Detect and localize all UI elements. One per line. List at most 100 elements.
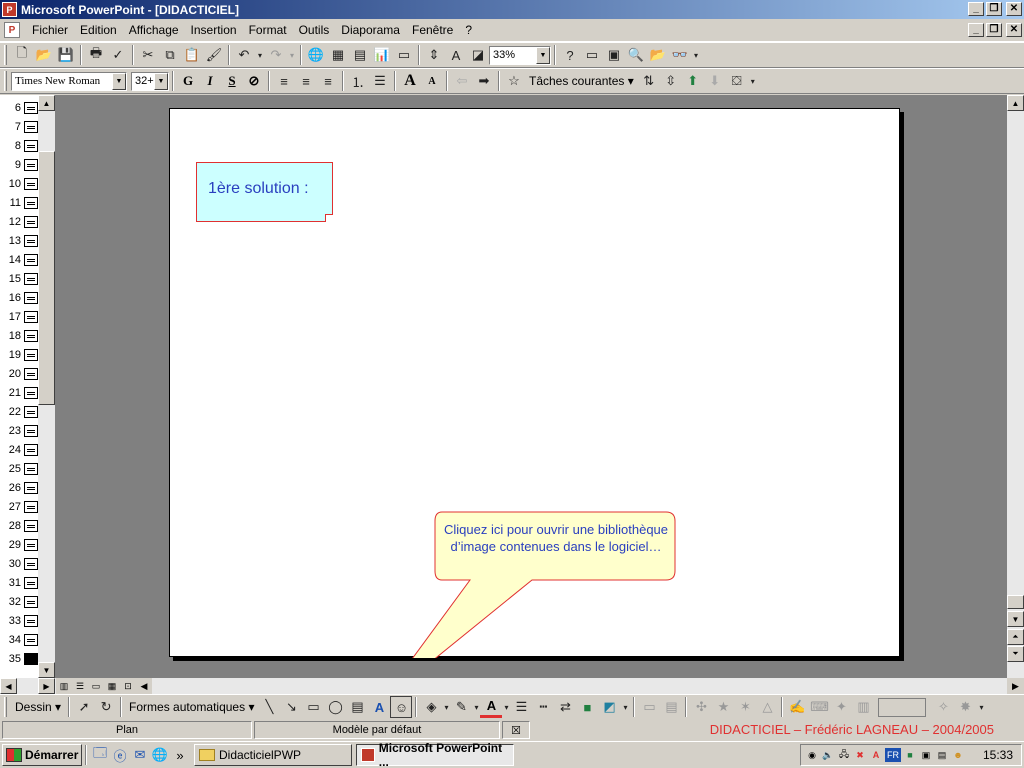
- line-spacing-decrease-icon[interactable]: ⇳: [660, 70, 682, 92]
- tray-app-icon[interactable]: ■: [903, 748, 917, 762]
- ellipse-icon[interactable]: ◯: [324, 696, 346, 718]
- new-slide-icon[interactable]: ▭: [393, 44, 415, 66]
- scroll-left-icon[interactable]: ◀: [0, 678, 17, 694]
- rotate-icon[interactable]: ↻: [95, 696, 117, 718]
- slide-view-icon[interactable]: ▭: [88, 679, 104, 693]
- internet-explorer-icon[interactable]: ⓔ: [110, 745, 130, 765]
- print-icon[interactable]: 🖶: [85, 44, 107, 66]
- expand-all-icon[interactable]: ⇕: [423, 44, 445, 66]
- find-icon[interactable]: 👓: [669, 44, 691, 66]
- minimize-button[interactable]: _: [968, 2, 984, 16]
- font-color-dropdown-icon[interactable]: ▾: [502, 696, 510, 718]
- slide-list-item[interactable]: 16: [0, 288, 38, 307]
- slide-icon[interactable]: [24, 367, 38, 380]
- menu-help[interactable]: ?: [459, 23, 478, 37]
- insert-table-icon[interactable]: ▤: [349, 44, 371, 66]
- slide-icon[interactable]: [24, 272, 38, 285]
- toolbar-grip[interactable]: [4, 697, 7, 717]
- slide-list-item[interactable]: 22: [0, 402, 38, 421]
- slide-list-item[interactable]: 35: [0, 649, 38, 668]
- slide-icon[interactable]: [24, 633, 38, 646]
- slide-list-item[interactable]: 18: [0, 326, 38, 345]
- bullet-list-icon[interactable]: ☰: [369, 70, 391, 92]
- slide-list-item[interactable]: 11: [0, 193, 38, 212]
- menu-insertion[interactable]: Insertion: [185, 23, 243, 37]
- slide-list-item[interactable]: 23: [0, 421, 38, 440]
- slide-list-item[interactable]: 30: [0, 554, 38, 573]
- shadow-button[interactable]: S: [221, 70, 243, 92]
- slide-icon[interactable]: [24, 101, 38, 114]
- slide-list-item[interactable]: 26: [0, 478, 38, 497]
- fill-color-dropdown-icon[interactable]: ▾: [442, 696, 450, 718]
- chevron-down-icon[interactable]: ▼: [154, 72, 168, 90]
- decrease-font-icon[interactable]: A: [421, 70, 443, 92]
- slideshow-view-icon[interactable]: ⊡: [120, 679, 136, 693]
- fill-effects-icon[interactable]: ⛋: [726, 70, 748, 92]
- close-button[interactable]: ✕: [1006, 2, 1022, 16]
- toolbar-options-icon[interactable]: ▾: [748, 70, 758, 92]
- normal-view-icon[interactable]: ▥: [56, 679, 72, 693]
- cut-icon[interactable]: ✂: [137, 44, 159, 66]
- comment-icon[interactable]: ▭: [581, 44, 603, 66]
- arrow-icon[interactable]: ↘: [280, 696, 302, 718]
- show-desktop-icon[interactable]: 🗔: [90, 745, 110, 765]
- animation-effects-icon[interactable]: ☆: [503, 70, 525, 92]
- connection-error-icon[interactable]: ✖: [853, 748, 867, 762]
- slide-list-item[interactable]: 10: [0, 174, 38, 193]
- promote-icon[interactable]: ⇦: [451, 70, 473, 92]
- align-right-icon[interactable]: ≡: [317, 70, 339, 92]
- slide-icon[interactable]: [24, 253, 38, 266]
- line-color-dropdown-icon[interactable]: ▾: [472, 696, 480, 718]
- slide-list-item[interactable]: 7: [0, 117, 38, 136]
- restore-button[interactable]: ❐: [986, 2, 1002, 16]
- bold-button[interactable]: G: [177, 70, 199, 92]
- move-up-icon[interactable]: ⬆: [682, 70, 704, 92]
- slide-list-item[interactable]: 31: [0, 573, 38, 592]
- arrow-style-icon[interactable]: ⇄: [554, 696, 576, 718]
- tables-borders-icon[interactable]: ▦: [327, 44, 349, 66]
- scroll-thumb[interactable]: [38, 151, 55, 405]
- show-formatting-icon[interactable]: A: [445, 44, 467, 66]
- slide-list-item[interactable]: 34: [0, 630, 38, 649]
- slide-canvas[interactable]: 1ère solution : Cliquez ici pour ouvrir …: [169, 108, 900, 658]
- slide-icon[interactable]: [24, 386, 38, 399]
- preview-icon[interactable]: 🔍: [625, 44, 647, 66]
- new-document-icon[interactable]: 🗋: [11, 44, 33, 66]
- tasks-dropdown[interactable]: Tâches courantes ▾: [525, 74, 638, 88]
- scroll-left-icon[interactable]: ◀: [136, 679, 152, 693]
- previous-slide-icon[interactable]: ⏶: [1007, 629, 1024, 645]
- font-select[interactable]: Times New Roman ▼: [11, 71, 127, 91]
- slide-list-item[interactable]: 6: [0, 98, 38, 117]
- slide-icon[interactable]: [24, 595, 38, 608]
- slide-list-item[interactable]: 15: [0, 269, 38, 288]
- save-icon[interactable]: 💾: [55, 44, 77, 66]
- slide-icon[interactable]: [24, 443, 38, 456]
- outline-view-icon[interactable]: ☰: [72, 679, 88, 693]
- antivirus-icon[interactable]: ◉: [805, 748, 819, 762]
- slide-icon[interactable]: [24, 614, 38, 627]
- paste-icon[interactable]: 📋: [181, 44, 203, 66]
- menu-diaporama[interactable]: Diaporama: [335, 23, 406, 37]
- menu-format[interactable]: Format: [243, 23, 293, 37]
- task-didacticiel[interactable]: DidacticielPWP: [194, 744, 352, 766]
- scroll-down-icon[interactable]: ▼: [38, 662, 55, 678]
- autoshapes-menu[interactable]: Formes automatiques ▾: [125, 700, 258, 714]
- 3d-icon[interactable]: ◩: [598, 696, 620, 718]
- toolbar-grip[interactable]: [4, 71, 7, 91]
- menu-fichier[interactable]: Fichier: [26, 23, 74, 37]
- fill-color-icon[interactable]: ◈: [420, 696, 442, 718]
- dessin-menu[interactable]: Dessin ▾: [11, 700, 65, 714]
- next-slide-icon[interactable]: ⏷: [1007, 646, 1024, 662]
- toolbar-options-icon[interactable]: ▾: [620, 696, 630, 718]
- powerpoint-app-icon[interactable]: P: [2, 2, 17, 17]
- slide-list-item[interactable]: 24: [0, 440, 38, 459]
- slide-list-item[interactable]: 33: [0, 611, 38, 630]
- scroll-thumb[interactable]: [1007, 595, 1024, 609]
- insert-chart-icon[interactable]: 📊: [371, 44, 393, 66]
- align-center-icon[interactable]: ≡: [295, 70, 317, 92]
- slide-list-item[interactable]: 14: [0, 250, 38, 269]
- wordart-icon[interactable]: A: [368, 696, 390, 718]
- doc-restore-button[interactable]: ❐: [986, 23, 1002, 37]
- slide-icon[interactable]: [24, 310, 38, 323]
- network-icon[interactable]: 🖧: [837, 748, 851, 762]
